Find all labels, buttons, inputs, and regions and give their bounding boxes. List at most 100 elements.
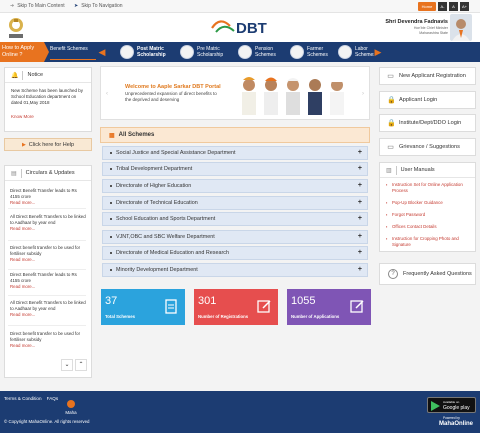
circular-item[interactable]: Direct benefit transfer to be used for f… [10, 331, 86, 349]
user-manuals-header: ▥ User Manuals [380, 163, 475, 178]
terms-link[interactable]: Terms & Condition [4, 396, 42, 401]
font-normal-button[interactable]: A [449, 2, 458, 11]
nav-scheme-label: Labor Schemes [355, 46, 374, 58]
faq-label: Frequently Asked Questions [403, 271, 472, 277]
banner-next-icon[interactable]: › [362, 91, 364, 97]
circular-item[interactable]: Direct Benefit Transfer leads to Rs 4155… [10, 272, 86, 290]
manual-link[interactable]: Offices Contact Details [386, 224, 470, 230]
plus-icon: + [357, 215, 362, 222]
skip-nav-label: Skip To Navigation [81, 3, 123, 9]
department-row[interactable]: Directorate of Higher Education + [102, 179, 368, 193]
manual-link[interactable]: Pop-Up Blocker Guidance [386, 200, 470, 206]
nav-next-arrow-icon[interactable]: ▶ [373, 47, 383, 57]
banner-prev-icon[interactable]: ‹ [106, 91, 108, 97]
department-row[interactable]: Directorate of Medical Education and Res… [102, 246, 368, 260]
document-icon: ▤ [11, 170, 17, 177]
copyright-text: © Copyright MahaOnline. All rights reser… [4, 419, 90, 424]
google-play-badge[interactable]: Available on Google play [427, 397, 476, 413]
how-to-apply-arrow [44, 42, 49, 62]
stat-applications[interactable]: 1055 Number of Applications [287, 289, 371, 325]
document-icon: ▭ [387, 143, 394, 151]
help-button[interactable]: ▶ Click here for Help [4, 138, 92, 151]
stat-label: Total Schemes [105, 314, 136, 319]
how-to-apply-button[interactable]: How to Apply Online ? [0, 42, 44, 62]
cm-title: Hon'ble Chief Minister [413, 26, 448, 30]
benefit-schemes-tab[interactable]: Benefit Schemes [50, 44, 96, 60]
new-registration-label: New Applicant Registration [399, 73, 466, 79]
nav-scheme-pension[interactable]: Pension Schemes [238, 44, 290, 60]
circulars-header: ▤ Circulars & Updates [5, 166, 91, 181]
post-matric-icon [120, 45, 134, 59]
book-icon: ▥ [386, 167, 392, 174]
portrait-image [330, 78, 344, 115]
nav-scheme-post-matric[interactable]: Post Matric Scholarship [120, 44, 178, 60]
circular-item[interactable]: Direct Benefit Transfer leads to Rs 4155… [10, 188, 86, 206]
nav-scheme-label: Pre Matric Scholarship [197, 46, 224, 58]
font-decrease-button[interactable]: A- [438, 2, 447, 11]
stat-value: 301 [198, 295, 217, 307]
nav-scheme-pre-matric[interactable]: Pre Matric Scholarship [180, 44, 236, 60]
question-icon: ? [388, 269, 398, 279]
nav-scheme-labor[interactable]: Labor Schemes [338, 44, 374, 60]
aaple-sarkar-dbt-logo[interactable]: DBT [208, 14, 274, 41]
grievance-label: Grievance / Suggestions [399, 144, 460, 150]
nav-scheme-label: Post Matric Scholarship [137, 46, 166, 58]
nav-prev-arrow-icon[interactable]: ◀ [97, 47, 107, 57]
department-row[interactable]: Directorate of Technical Education + [102, 196, 368, 210]
divider [8, 325, 86, 326]
chevron-up-icon[interactable]: ⌃ [75, 359, 87, 371]
new-registration-button[interactable]: ▭ New Applicant Registration [379, 67, 476, 85]
pension-icon [238, 45, 252, 59]
lock-icon: 🔒 [387, 96, 396, 104]
circular-item[interactable]: Direct benefit transfer to be used for f… [10, 245, 86, 263]
institute-login-label: Institute/Dept/DDO Login [399, 120, 462, 126]
state-emblem-logo[interactable] [6, 15, 26, 39]
department-row[interactable]: School Education and Sports Department + [102, 212, 368, 226]
farmer-icon [290, 45, 304, 59]
nav-scheme-label: Farmer Schemes [307, 46, 328, 58]
cm-photo [450, 14, 472, 41]
document-icon: ▭ [387, 72, 394, 80]
manual-link[interactable]: Forgot Password [386, 212, 470, 218]
department-row[interactable]: Tribal Development Department + [102, 162, 368, 176]
grievance-button[interactable]: ▭ Grievance / Suggestions [379, 138, 476, 156]
stat-registrations[interactable]: 301 Number of Registrations [194, 289, 278, 325]
manual-link[interactable]: Instruction for Cropping Photo and Signa… [386, 236, 470, 247]
circular-item[interactable]: All Direct Benefit Transfers to be linke… [10, 300, 86, 318]
institute-login-button[interactable]: 🔒 Institute/Dept/DDO Login [379, 114, 476, 132]
edit-icon [350, 300, 364, 313]
stat-total-schemes[interactable]: 37 Total Schemes [101, 289, 185, 325]
notice-header: 🔔 Notice [5, 68, 91, 83]
mahaonline-logo-text[interactable]: MahaOnline [439, 421, 473, 427]
stat-value: 37 [105, 295, 118, 307]
circular-item[interactable]: All Direct Benefit Transfers to be linke… [10, 214, 86, 232]
nav-scheme-farmer[interactable]: Farmer Schemes [290, 44, 338, 60]
faqs-link[interactable]: FAQs [47, 396, 59, 401]
notice-panel: 🔔 Notice New Scheme has been launched by… [4, 67, 92, 132]
know-more-link[interactable]: Know More [11, 114, 34, 119]
manual-link[interactable]: Instruction Set for Online Application P… [386, 182, 470, 193]
skip-nav-link[interactable]: ➤ Skip To Navigation [74, 3, 123, 9]
stat-label: Number of Applications [291, 314, 340, 319]
user-manuals-panel: ▥ User Manuals Instruction Set for Onlin… [379, 162, 476, 252]
skip-main-link[interactable]: ➜ Skip To Main Content [10, 3, 65, 9]
plus-icon: + [357, 233, 362, 240]
pre-matric-icon [180, 45, 194, 59]
department-row[interactable]: Social Justice and Special Assistance De… [102, 146, 368, 160]
applicant-login-button[interactable]: 🔒 Applicant Login [379, 91, 476, 109]
faq-button[interactable]: ? Frequently Asked Questions [379, 263, 476, 285]
play-arrow-icon: ▶ [21, 141, 26, 148]
home-button[interactable]: Home [418, 2, 436, 11]
banner-subtitle: Unprecedented expansion of direct benefi… [125, 91, 217, 102]
font-increase-button[interactable]: A+ [460, 2, 469, 11]
grid-icon: ▦ [109, 132, 115, 139]
chevron-down-icon[interactable]: ⌄ [61, 359, 73, 371]
divider [8, 269, 86, 270]
top-utility-bar: ➜ Skip To Main Content ➤ Skip To Navigat… [0, 0, 480, 13]
all-schemes-title: All Schemes [118, 132, 155, 138]
department-row[interactable]: Minority Development Department + [102, 263, 368, 277]
maha-logo[interactable]: Maha [62, 398, 80, 415]
welcome-banner: ‹ Welcome to Aaple Sarkar DBT Portal Unp… [100, 66, 370, 120]
department-row[interactable]: VJNT,OBC and SBC Welfare Department + [102, 230, 368, 244]
divider [8, 240, 86, 241]
